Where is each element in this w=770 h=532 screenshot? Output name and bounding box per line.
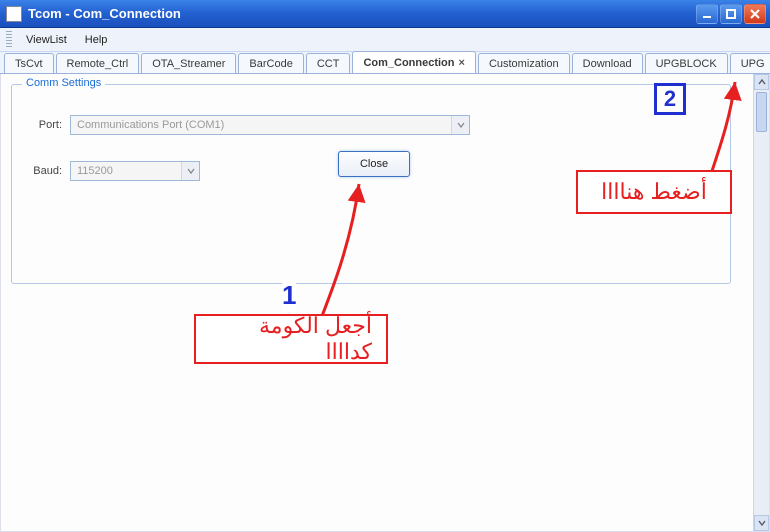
baud-label: Baud:: [30, 165, 62, 177]
minimize-button[interactable]: [696, 4, 718, 24]
menu-bar: ViewList Help: [0, 28, 770, 52]
tab-upgblock[interactable]: UPGBLOCK: [645, 53, 728, 73]
tab-label: CCT: [317, 58, 340, 70]
tab-label: Com_Connection: [363, 57, 454, 69]
app-icon: [6, 6, 22, 22]
tab-ota-streamer[interactable]: OTA_Streamer: [141, 53, 236, 73]
annotation-number-2: 2: [654, 83, 686, 115]
tab-barcode[interactable]: BarCode: [238, 53, 303, 73]
window-titlebar: Tcom - Com_Connection: [0, 0, 770, 28]
tab-download[interactable]: Download: [572, 53, 643, 73]
tab-customization[interactable]: Customization: [478, 53, 570, 73]
maximize-button[interactable]: [720, 4, 742, 24]
chevron-down-icon[interactable]: [181, 162, 199, 180]
tab-label: Remote_Ctrl: [67, 58, 129, 70]
tab-close-icon[interactable]: ×: [459, 57, 465, 69]
tab-upg[interactable]: UPG: [730, 53, 770, 73]
port-label: Port:: [30, 119, 62, 131]
close-button[interactable]: Close: [338, 151, 410, 177]
baud-value: 115200: [77, 165, 113, 177]
close-window-button[interactable]: [744, 4, 766, 24]
vertical-scrollbar[interactable]: [753, 74, 769, 531]
client-area: Comm Settings Port: Communications Port …: [0, 74, 770, 532]
tab-label: TsCvt: [15, 58, 43, 70]
scroll-up-arrow-icon[interactable]: [754, 74, 769, 90]
annotation-number-1: 1: [282, 280, 296, 311]
annotation-text-2: أضغط هناااا: [576, 170, 732, 214]
tab-strip: TsCvt Remote_Ctrl OTA_Streamer BarCode C…: [0, 52, 770, 74]
tab-remote-ctrl[interactable]: Remote_Ctrl: [56, 53, 140, 73]
tab-com-connection[interactable]: Com_Connection ×: [352, 51, 476, 73]
tab-tscvt[interactable]: TsCvt: [4, 53, 54, 73]
port-combobox[interactable]: Communications Port (COM1): [70, 115, 470, 135]
menu-grip: [6, 31, 12, 49]
tab-label: UPG: [741, 58, 765, 70]
port-value: Communications Port (COM1): [77, 119, 224, 131]
tab-label: Customization: [489, 58, 559, 70]
menu-help[interactable]: Help: [77, 31, 116, 49]
menu-viewlist[interactable]: ViewList: [18, 31, 75, 49]
annotation-text-1: أجعل الكومة كداااا: [194, 314, 388, 364]
scroll-thumb[interactable]: [756, 92, 767, 132]
tab-cct[interactable]: CCT: [306, 53, 351, 73]
tab-label: OTA_Streamer: [152, 58, 225, 70]
window-title: Tcom - Com_Connection: [28, 6, 696, 21]
tab-label: Download: [583, 58, 632, 70]
scroll-down-arrow-icon[interactable]: [754, 515, 769, 531]
baud-combobox[interactable]: 115200: [70, 161, 200, 181]
chevron-down-icon[interactable]: [451, 116, 469, 134]
close-button-label: Close: [360, 158, 388, 170]
scroll-track[interactable]: [754, 134, 769, 515]
group-title: Comm Settings: [22, 77, 105, 89]
tab-label: BarCode: [249, 58, 292, 70]
tab-label: UPGBLOCK: [656, 58, 717, 70]
